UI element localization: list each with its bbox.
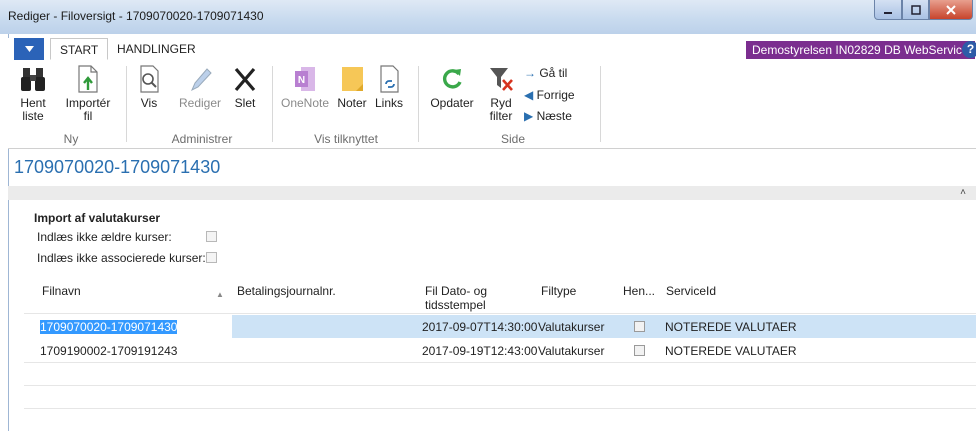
- option-label-2: Indlæs ikke associerede kurser:: [37, 251, 206, 265]
- col-header-filnavn[interactable]: Filnavn: [42, 284, 81, 298]
- svg-text:N: N: [298, 75, 305, 86]
- naeste-button[interactable]: ▶ Næste: [524, 109, 572, 123]
- hent-label-2: liste: [22, 109, 44, 123]
- filnavn-selected-text: 1709070020-1709071430: [40, 320, 178, 334]
- col-header-serviceid[interactable]: ServiceId: [666, 284, 716, 298]
- rediger-label: Rediger: [178, 96, 222, 110]
- option-label-1: Indlæs ikke ældre kurser:: [37, 230, 172, 244]
- maximize-icon: [910, 4, 921, 15]
- fasttab-collapse-bar[interactable]: ˄: [8, 186, 976, 200]
- tab-handlinger[interactable]: HANDLINGER: [108, 38, 205, 60]
- binoculars-icon: [21, 68, 45, 91]
- filnavn-cell[interactable]: 1709190002-1709191243: [40, 344, 177, 358]
- forrige-label: Forrige: [536, 88, 575, 102]
- company-badge[interactable]: Demostyrelsen IN02829 DB WebService: [746, 41, 975, 59]
- col-header-fil-dato-1: Fil Dato- og: [425, 284, 488, 298]
- window-titlebar: Rediger - Filoversigt - 1709070020-17090…: [0, 0, 976, 34]
- grid-divider: [24, 362, 976, 363]
- rediger-button[interactable]: Rediger: [175, 64, 225, 110]
- link-document-icon: [380, 65, 399, 93]
- option-checkbox-1[interactable]: [206, 231, 217, 242]
- triangle-left-icon: ◀: [524, 88, 534, 102]
- ryd-label-2: filter: [489, 109, 513, 123]
- slet-button[interactable]: Slet: [230, 64, 260, 110]
- forrige-button[interactable]: ◀ Forrige: [524, 88, 575, 102]
- ryd-filter-button[interactable]: Ryd filter: [484, 64, 518, 123]
- onenote-button[interactable]: N OneNote: [278, 64, 332, 110]
- fil-dato-cell: 2017-09-07T14:30:00: [422, 320, 538, 334]
- col-header-fil-dato-2: tidsstempel: [425, 298, 486, 312]
- col-header-hen[interactable]: Hen...: [623, 284, 655, 298]
- importer-fil-button[interactable]: Importér fil: [60, 64, 116, 123]
- filtype-cell: Valutakurser: [538, 344, 605, 358]
- hen-checkbox[interactable]: [634, 321, 645, 332]
- grid-divider: [24, 408, 976, 409]
- sticky-note-icon: [342, 67, 363, 91]
- ribbon-tabstrip: START HANDLINGER Demostyrelsen IN02829 D…: [8, 38, 976, 61]
- refresh-icon: [443, 69, 462, 89]
- dropdown-triangle-icon: [24, 46, 34, 52]
- col-header-filtype[interactable]: Filtype: [541, 284, 576, 298]
- sort-ascending-icon: ▲: [216, 290, 224, 299]
- group-label-vis-tilknyttet: Vis tilknyttet: [314, 132, 378, 146]
- view-document-icon: [140, 65, 159, 93]
- close-button[interactable]: [929, 0, 973, 20]
- table-row[interactable]: 1709190002-1709191243 2017-09-19T12:43:0…: [24, 339, 976, 362]
- delete-x-icon: [234, 67, 256, 92]
- links-label: Links: [374, 96, 403, 110]
- ribbon-separator: [600, 66, 601, 142]
- filtype-cell: Valutakurser: [538, 320, 605, 334]
- onenote-label: OneNote: [280, 96, 330, 110]
- close-icon: [946, 4, 956, 15]
- vis-button[interactable]: Vis: [134, 64, 164, 110]
- serviceid-cell: NOTEREDE VALUTAER: [665, 320, 797, 334]
- table-row[interactable]: 1709070020-1709071430 2017-09-07T14:30:0…: [24, 315, 976, 338]
- noter-label: Noter: [337, 96, 367, 110]
- page-title: 1709070020-1709071430: [14, 157, 221, 177]
- clear-filter-icon: [490, 68, 513, 91]
- import-file-icon: [78, 65, 98, 93]
- option-checkbox-2[interactable]: [206, 252, 217, 263]
- tab-start[interactable]: START: [50, 38, 109, 60]
- ribbon-separator: [272, 66, 273, 142]
- importer-label-2: fil: [83, 109, 93, 123]
- arrow-right-icon: →: [524, 66, 536, 80]
- pencil-icon: [191, 68, 212, 92]
- hen-checkbox[interactable]: [634, 345, 645, 356]
- gaa-til-button[interactable]: → Gå til: [524, 66, 567, 80]
- ribbon-separator: [418, 66, 419, 142]
- minimize-button[interactable]: [874, 0, 902, 20]
- noter-button[interactable]: Noter: [335, 64, 369, 110]
- hent-liste-button[interactable]: Hent liste: [16, 64, 50, 123]
- ribbon-separator: [126, 66, 127, 142]
- minimize-icon: [884, 11, 892, 14]
- filnavn-cell[interactable]: 1709070020-1709071430: [40, 320, 178, 334]
- gaa-til-label: Gå til: [539, 66, 568, 80]
- grid-divider: [24, 385, 976, 386]
- help-icon[interactable]: ?: [962, 41, 976, 58]
- group-label-administrer: Administrer: [171, 132, 233, 146]
- triangle-right-icon: ▶: [524, 109, 534, 123]
- app-menu-button[interactable]: [14, 38, 44, 60]
- naeste-label: Næste: [536, 109, 572, 123]
- onenote-icon: N: [295, 67, 315, 91]
- links-button[interactable]: Links: [373, 64, 405, 110]
- window-title: Rediger - Filoversigt - 1709070020-17090…: [8, 9, 264, 23]
- col-header-betalingsjournal[interactable]: Betalingsjournalnr.: [237, 284, 336, 298]
- section-title: Import af valutakurser: [34, 211, 161, 225]
- opdater-label: Opdater: [430, 96, 474, 110]
- fil-dato-cell: 2017-09-19T12:43:00: [422, 344, 538, 358]
- grid-divider: [24, 313, 976, 314]
- col-header-fil-dato[interactable]: Fil Dato- og tidsstempel: [425, 284, 487, 312]
- vis-label: Vis: [140, 96, 158, 110]
- opdater-button[interactable]: Opdater: [428, 64, 476, 110]
- maximize-button[interactable]: [902, 0, 929, 20]
- collapse-caret-icon[interactable]: ˄: [960, 187, 966, 198]
- slet-label: Slet: [234, 96, 256, 110]
- group-label-side: Side: [500, 132, 526, 146]
- group-label-ny: Ny: [63, 132, 79, 146]
- serviceid-cell: NOTEREDE VALUTAER: [665, 344, 797, 358]
- ribbon: Hent liste Importér fil Ny Vis Rediger S…: [8, 60, 976, 149]
